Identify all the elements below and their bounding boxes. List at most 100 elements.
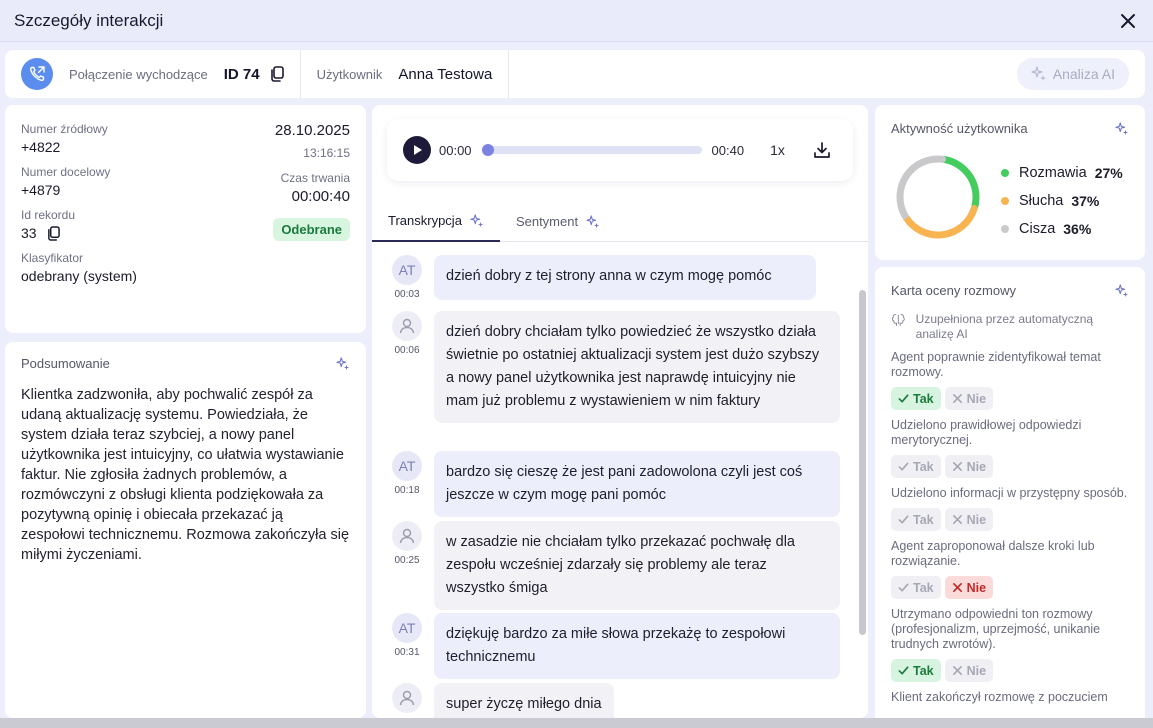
user-avatar-icon (392, 311, 422, 341)
progress-knob[interactable] (481, 144, 494, 156)
evaluation-question: Klient zakończył rozmowę z poczuciem (891, 690, 1108, 704)
legend-percent: 27% (1094, 165, 1123, 181)
summary-text: Klientka zadzwoniła, aby pochwalić zespó… (21, 387, 350, 563)
interaction-header: Połączenie wychodzące ID 74 Użytkownik A… (5, 50, 1145, 98)
divider (508, 50, 510, 98)
message-text: w zasadzie nie chciałam tylko przekazać … (434, 521, 840, 610)
classifier-label: Klasyfikator (21, 251, 84, 265)
copy-icon[interactable] (270, 66, 284, 82)
yes-button[interactable]: Tak (891, 576, 941, 599)
agent-initials: AT (398, 620, 416, 636)
legend-item-talking: Rozmawia 27% (1001, 159, 1123, 187)
ai-analysis-button[interactable]: Analiza AI (1016, 58, 1129, 90)
activity-legend: Rozmawia 27% Słucha 37% Cisza 36% (1001, 159, 1123, 243)
activity-title: Aktywność użytkownika (891, 121, 1028, 136)
transcript-message: 00:25 w zasadzie nie chciałam tylko prze… (392, 521, 840, 610)
check-icon (898, 582, 909, 593)
no-label: Nie (966, 391, 987, 406)
user-activity-card: Aktywność użytkownika Rozmawia 27% Słuch… (875, 105, 1145, 260)
evaluation-question: Utrzymano odpowiedni ton rozmowy (profes… (891, 607, 1101, 651)
legend-item-listening: Słucha 37% (1001, 187, 1123, 215)
summary-card: Podsumowanie Klientka zadzwoniła, aby po… (5, 342, 366, 718)
ai-brain-icon (891, 314, 905, 326)
no-button[interactable]: Nie (944, 508, 994, 531)
no-label: Nie (966, 580, 987, 595)
call-direction-label: Połączenie wychodzące (69, 66, 208, 82)
legend-percent: 36% (1063, 221, 1092, 237)
message-timestamp: 00:31 (394, 647, 420, 658)
yes-button[interactable]: Tak (891, 659, 941, 682)
no-button[interactable]: Nie (944, 387, 994, 410)
answer-buttons: Tak Nie (891, 455, 1129, 478)
cross-icon (952, 665, 963, 676)
playback-speed[interactable]: 1x (770, 142, 785, 158)
yes-label: Tak (913, 580, 934, 595)
close-icon[interactable] (1117, 10, 1139, 32)
message-text: dziękuję bardzo za miłe słowa przekażę t… (434, 613, 840, 679)
target-number-label: Numer docelowy (21, 165, 111, 179)
user-avatar-icon (392, 521, 422, 551)
dialog-title: Szczegóły interakcji (14, 10, 164, 30)
answer-buttons: Tak Nie (891, 508, 1129, 531)
message-timestamp: 00:03 (394, 289, 420, 300)
message-text: dzień dobry chciałam tylko powiedzieć że… (434, 311, 840, 423)
transcript-scrollbar[interactable] (859, 290, 866, 635)
play-button[interactable] (403, 136, 431, 164)
copy-icon[interactable] (47, 225, 60, 241)
yes-button[interactable]: Tak (891, 387, 941, 410)
outgoing-call-icon (21, 58, 53, 90)
ai-analysis-label: Analiza AI (1052, 66, 1115, 82)
sparkle-icon (336, 356, 350, 370)
yes-button[interactable]: Tak (891, 508, 941, 531)
answer-buttons: Tak Nie (891, 387, 1129, 410)
answer-buttons: Tak Nie (891, 659, 1129, 682)
cross-icon (952, 461, 963, 472)
evaluation-questions: Agent poprawnie zidentyfikował temat roz… (891, 350, 1129, 705)
no-label: Nie (966, 663, 987, 678)
no-button[interactable]: Nie (944, 659, 994, 682)
check-icon (898, 514, 909, 525)
cross-icon (952, 514, 963, 525)
message-text: bardzo się cieszę że jest pani zadowolon… (434, 451, 840, 517)
no-button[interactable]: Nie (944, 455, 994, 478)
tab-transcription[interactable]: Transkrypcja (372, 201, 500, 242)
donut-segment-0 (941, 156, 980, 210)
audio-player: 00:00 00:40 1x (387, 119, 853, 181)
donut-segment-2 (896, 155, 947, 220)
duration-label: Czas trwania (280, 171, 350, 185)
activity-donut-chart (896, 155, 980, 239)
no-button[interactable]: Nie (944, 576, 994, 599)
tab-sentiment[interactable]: Sentyment (500, 201, 616, 242)
divider (299, 50, 301, 98)
evaluation-question: Agent poprawnie zidentyfikował temat roz… (891, 350, 1101, 379)
tab-sentiment-label: Sentyment (515, 214, 579, 229)
evaluation-card: Karta oceny rozmowy Uzupełniona przez au… (875, 267, 1145, 727)
progress-slider[interactable] (481, 144, 702, 156)
tab-transcription-label: Transkrypcja (388, 213, 462, 228)
message-text: super życzę miłego dnia (434, 683, 614, 718)
interaction-id: ID 74 (223, 65, 260, 83)
sparkle-icon (470, 213, 484, 227)
record-id-label: Id rekordu (21, 208, 76, 222)
answer-buttons: Tak Nie (891, 576, 1129, 599)
record-id: 33 (21, 225, 37, 241)
yes-label: Tak (913, 391, 934, 406)
legend-label: Cisza (1019, 221, 1056, 237)
cross-icon (952, 582, 963, 593)
transcript-message: super życzę miłego dnia (392, 683, 614, 718)
sparkle-icon (1031, 66, 1046, 81)
agent-initials: AT (398, 458, 416, 474)
legend-label: Słucha (1019, 193, 1064, 209)
sparkle-icon (1115, 283, 1129, 297)
transcript-tabs: Transkrypcja Sentyment (372, 201, 868, 242)
download-icon[interactable] (813, 141, 831, 159)
yes-button[interactable]: Tak (891, 455, 941, 478)
message-timestamp: 00:25 (394, 555, 420, 566)
donut-segment-1 (902, 204, 978, 239)
user-name: Anna Testowa (398, 65, 493, 83)
evaluation-question: Udzielono informacji w przystępny sposób… (891, 486, 1128, 500)
call-date: 28.10.2025 (274, 122, 350, 139)
total-time: 00:40 (711, 142, 745, 158)
play-icon (414, 145, 422, 155)
message-timestamp: 00:06 (394, 345, 420, 356)
